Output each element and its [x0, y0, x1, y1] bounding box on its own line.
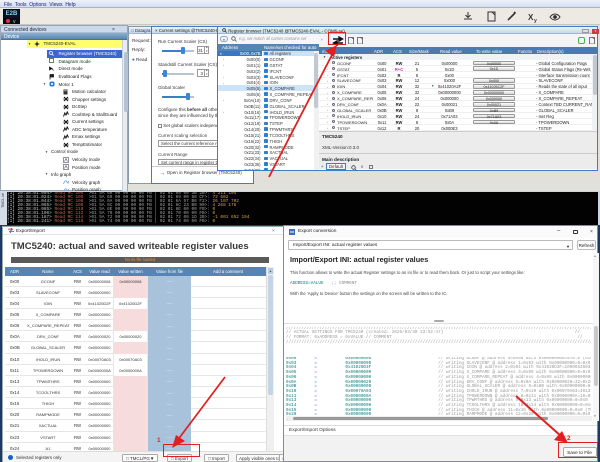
svg-text:y: y — [534, 18, 537, 23]
